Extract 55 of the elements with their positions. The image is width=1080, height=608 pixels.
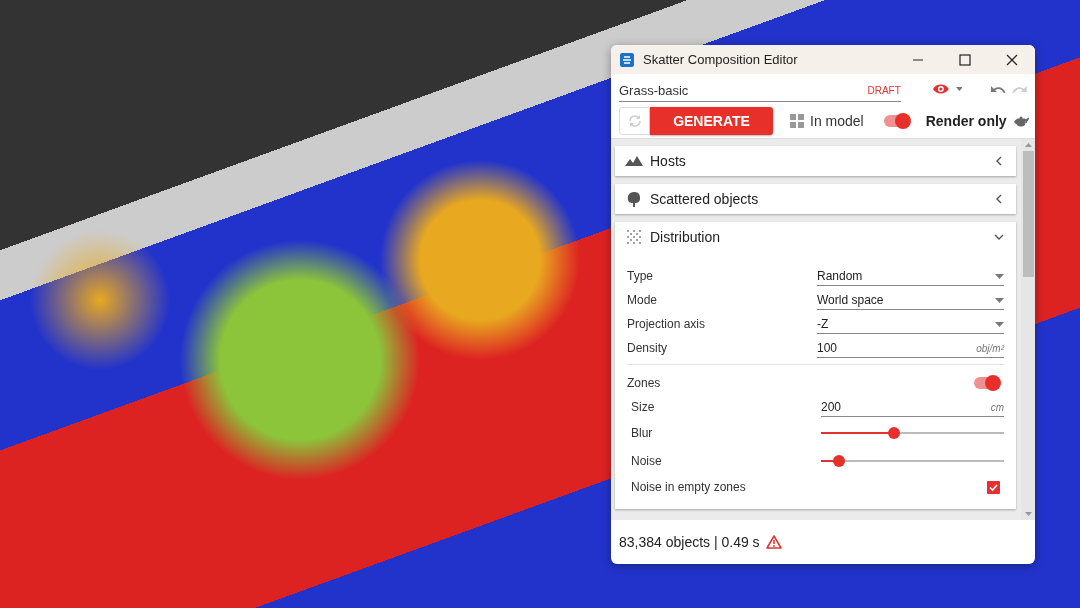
status-text: 83,384 objects | 0.49 s — [619, 534, 760, 550]
caret-icon — [995, 273, 1004, 279]
window-title: Skatter Composition Editor — [643, 52, 799, 67]
caret-icon — [995, 297, 1004, 303]
chevron-left-icon — [994, 156, 1004, 166]
scroll-up-icon — [1024, 143, 1032, 147]
dropdown[interactable]: World space — [817, 290, 1004, 310]
slider[interactable] — [821, 427, 1004, 439]
scrollbar-thumb[interactable] — [1022, 151, 1034, 277]
tree-icon — [625, 191, 643, 207]
field-label: Size — [631, 400, 655, 414]
toggle-switch[interactable] — [883, 115, 908, 127]
number-field[interactable]: 100 obj/m² — [817, 338, 1004, 358]
number-field[interactable]: 200 cm — [821, 397, 1004, 417]
scrollbar[interactable] — [1021, 139, 1035, 520]
field-label: Noise in empty zones — [631, 480, 746, 494]
undo-icon[interactable] — [990, 84, 1007, 94]
caret-icon — [955, 87, 963, 91]
app-logo-icon — [620, 52, 634, 67]
field-label: Density — [627, 341, 667, 355]
checkbox[interactable] — [987, 480, 1000, 494]
refresh-icon — [627, 114, 642, 128]
field-label: Noise — [631, 454, 662, 468]
in-model-label: In model — [810, 113, 864, 129]
dots-grid-icon — [625, 229, 643, 245]
slider[interactable] — [821, 455, 1004, 467]
maximize-icon[interactable] — [959, 53, 971, 66]
name-field[interactable]: Grass-basic DRAFT — [619, 76, 901, 102]
chevron-left-icon — [994, 194, 1004, 204]
dropdown[interactable]: Random — [817, 266, 1004, 286]
render-only-label: Render only — [925, 113, 1007, 129]
caret-icon — [995, 321, 1004, 327]
section-header[interactable]: Scattered objects — [615, 184, 1016, 214]
field-label: Blur — [631, 426, 653, 440]
unit-label: cm — [990, 401, 1004, 413]
slider-thumb[interactable] — [888, 427, 901, 439]
field-label: Projection axis — [627, 317, 706, 331]
chevron-down-icon — [994, 232, 1004, 242]
field-label: Mode — [627, 293, 658, 307]
field-label: Type — [627, 269, 653, 283]
grid-icon — [790, 114, 804, 128]
scroll-down-icon — [1024, 512, 1032, 516]
dropdown[interactable]: -Z — [817, 314, 1004, 334]
slider-thumb[interactable] — [833, 455, 846, 467]
draft-label: DRAFT — [867, 84, 901, 96]
mountain-icon — [625, 156, 643, 166]
teapot-icon — [1012, 115, 1029, 127]
unit-label: obj/m² — [976, 342, 1004, 354]
section-header[interactable]: Distribution — [615, 222, 1016, 252]
generate-button[interactable]: GENERATE — [650, 107, 773, 135]
field-label: Zones — [627, 376, 661, 390]
section-header[interactable]: Hosts — [615, 146, 1016, 176]
eye-icon[interactable] — [931, 83, 950, 95]
close-icon[interactable] — [1006, 53, 1018, 66]
toggle-switch[interactable] — [974, 377, 998, 389]
